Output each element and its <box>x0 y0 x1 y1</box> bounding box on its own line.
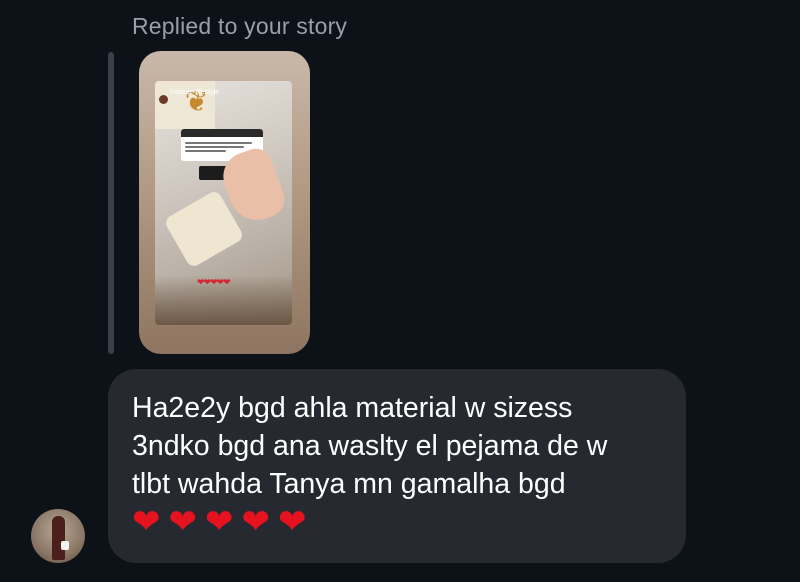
story-bottom-shade <box>155 275 292 325</box>
reply-indicator-bar <box>108 52 114 354</box>
avatar-bag <box>61 541 69 550</box>
dm-thread: Replied to your story ❦ hadeer_lifestyle… <box>0 0 800 582</box>
story-author-avatar <box>159 95 168 104</box>
story-question-header <box>181 129 263 137</box>
avatar-figure <box>52 516 65 560</box>
sender-avatar[interactable] <box>31 509 85 563</box>
heart-icon: ❤ <box>241 503 271 541</box>
heart-icon: ❤ <box>278 503 307 541</box>
message-bubble[interactable]: Ha2e2y bgd ahla material w sizess 3ndko … <box>108 369 686 563</box>
message-line: Ha2e2y bgd ahla material w sizess <box>132 392 573 424</box>
story-thumbnail: ❦ hadeer_lifestyle ❤❤❤❤❤ <box>155 81 292 325</box>
message-line: 3ndko bgd ana waslty el pejama de w <box>132 430 608 462</box>
heart-icon: ❤ <box>132 503 161 541</box>
reply-caption: Replied to your story <box>132 13 348 39</box>
story-preview[interactable]: ❦ hadeer_lifestyle ❤❤❤❤❤ <box>139 51 310 354</box>
story-username: hadeer_lifestyle <box>170 89 220 96</box>
message-hearts: ❤ ❤ ❤ ❤ ❤ <box>132 503 662 541</box>
message-line: tlbt wahda Tanya mn gamalha bgd <box>132 468 566 500</box>
heart-icon: ❤ <box>205 503 234 541</box>
heart-icon: ❤ <box>168 503 198 541</box>
